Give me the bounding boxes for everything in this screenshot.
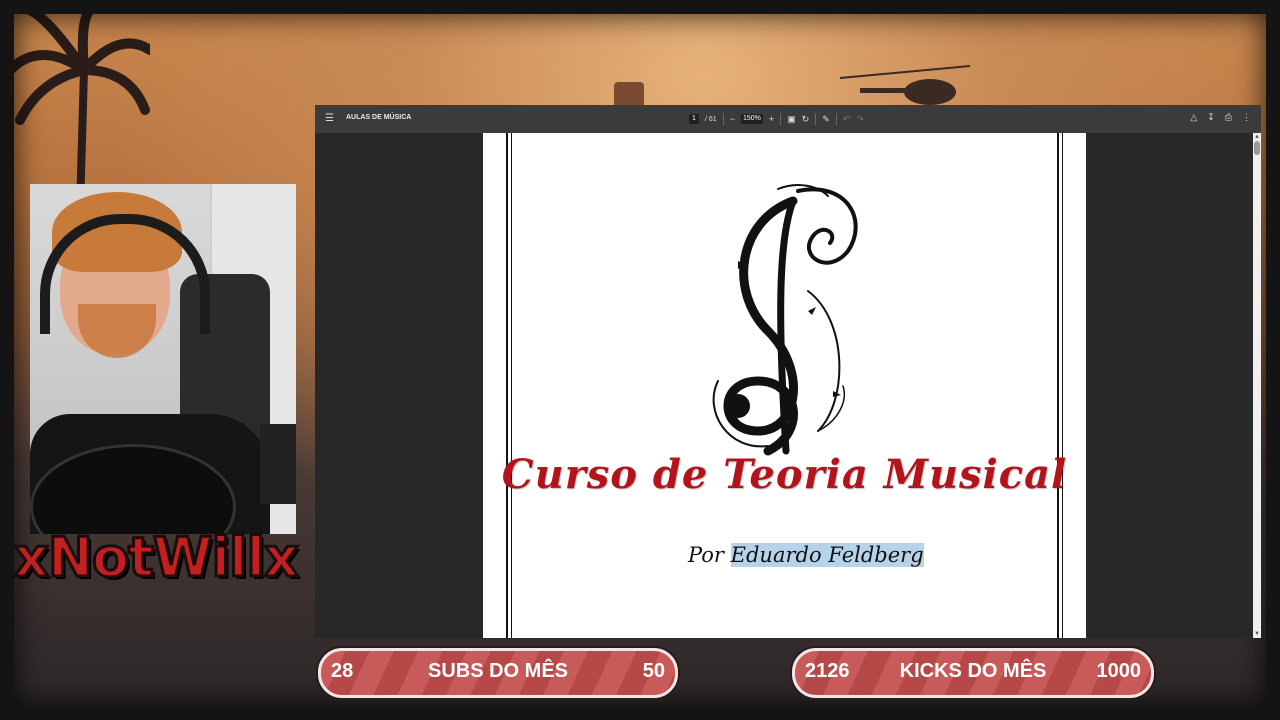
print-icon[interactable]: ⎙ xyxy=(1225,112,1232,123)
goal-label: SUBS DO MÊS xyxy=(427,660,569,682)
goal-target: 1000 xyxy=(1096,660,1142,682)
page-border-line xyxy=(1062,133,1063,638)
selected-author-name[interactable]: Eduardo Feldberg xyxy=(730,543,924,567)
document-author[interactable]: Por Eduardo Feldberg xyxy=(688,543,924,567)
undo-icon[interactable]: ↶ xyxy=(843,113,851,125)
author-prefix: Por xyxy=(688,543,724,567)
pdf-controls: 1 / 61 − 150% + ▣ ↻ ✎ ↶ ↷ xyxy=(689,111,864,127)
total-pages: / 61 xyxy=(705,115,717,123)
scroll-down-arrow-icon[interactable]: ▼ xyxy=(1254,631,1260,637)
subs-goal-bar: 28 SUBS DO MÊS 50 xyxy=(318,648,678,698)
kicks-goal-bar: 2126 KICKS DO MÊS 1000 xyxy=(792,648,1154,698)
page-border-line xyxy=(511,133,512,638)
pdf-toolbar: ☰ AULAS DE MÚSICA 1 / 61 − 150% + ▣ ↻ ✎ … xyxy=(315,105,1261,133)
zoom-input[interactable]: 150% xyxy=(740,114,763,124)
pdf-title: AULAS DE MÚSICA xyxy=(346,114,412,121)
plus-icon[interactable]: + xyxy=(769,113,774,125)
webcam-guitar-neck xyxy=(260,424,296,504)
download-icon[interactable]: ↧ xyxy=(1207,112,1215,123)
palm-tree-decoration xyxy=(10,10,150,210)
fit-page-icon[interactable]: ▣ xyxy=(787,113,796,125)
page-number-input[interactable]: 1 xyxy=(689,114,699,124)
page-border-line xyxy=(506,133,508,638)
pdf-page: Curso de Teoria Musical Por Eduardo Feld… xyxy=(483,133,1086,638)
toolbar-divider xyxy=(780,113,782,125)
toolbar-divider xyxy=(722,113,724,125)
toolbar-divider xyxy=(815,113,817,125)
minus-icon[interactable]: − xyxy=(730,113,735,125)
annotate-icon[interactable]: ✎ xyxy=(822,113,830,125)
toolbar-divider xyxy=(835,113,837,125)
pdf-viewer: ☰ AULAS DE MÚSICA 1 / 61 − 150% + ▣ ↻ ✎ … xyxy=(315,105,1261,638)
redo-icon[interactable]: ↷ xyxy=(856,113,864,125)
page-border-line xyxy=(1057,133,1059,638)
streamer-name: xNotWillx xyxy=(13,525,301,591)
pdf-actions: △ ↧ ⎙ ⋮ xyxy=(1190,112,1251,123)
more-vertical-icon[interactable]: ⋮ xyxy=(1242,112,1251,123)
scroll-up-arrow-icon[interactable]: ▲ xyxy=(1254,134,1260,140)
webcam-feed xyxy=(30,184,296,534)
drive-icon[interactable]: △ xyxy=(1190,112,1197,123)
vertical-scrollbar[interactable] xyxy=(1253,133,1261,638)
scrollbar-thumb[interactable] xyxy=(1254,141,1260,155)
document-title: Curso de Teoria Musical xyxy=(501,451,1068,498)
treble-clef-illustration xyxy=(712,184,858,456)
rotate-icon[interactable]: ↻ xyxy=(802,113,810,125)
goal-target: 50 xyxy=(642,660,665,682)
helicopter-decoration xyxy=(840,65,970,107)
menu-icon[interactable]: ☰ xyxy=(325,113,335,125)
